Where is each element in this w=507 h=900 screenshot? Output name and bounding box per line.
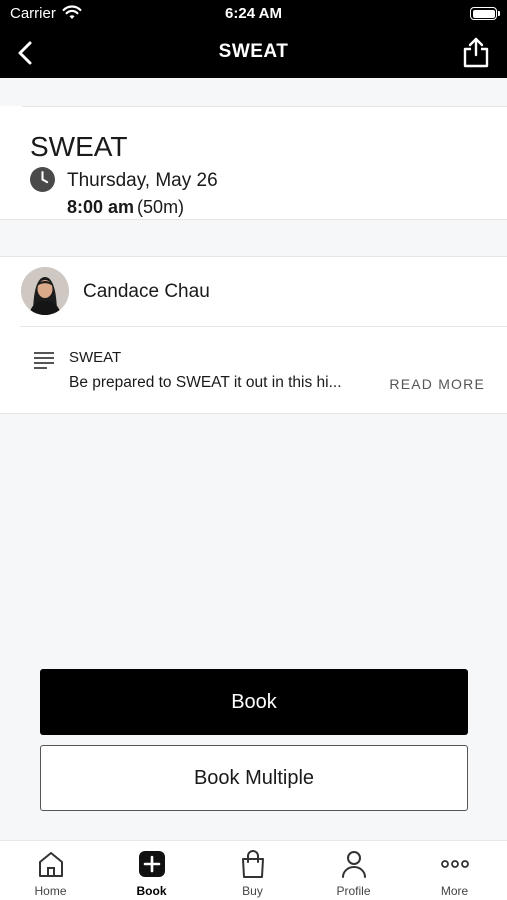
person-icon (341, 851, 366, 878)
instructor-name[interactable]: Candace Chau (83, 281, 210, 303)
description-lines-icon (34, 352, 54, 369)
tab-label: Buy (242, 884, 263, 898)
more-dots-icon (440, 860, 469, 868)
start-time: 8:00 am (67, 197, 135, 217)
battery-icon (470, 7, 500, 20)
read-more-link[interactable]: READ MORE (389, 376, 485, 392)
tab-buy[interactable]: Buy (202, 849, 303, 900)
instructor-avatar[interactable] (21, 267, 69, 315)
divider (20, 326, 507, 327)
description-preview: Be prepared to SWEAT it out in this hi..… (69, 374, 342, 391)
clock-icon (30, 167, 55, 192)
share-icon[interactable] (461, 36, 491, 68)
book-multiple-button[interactable]: Book Multiple (40, 745, 468, 811)
tab-profile[interactable]: Profile (303, 849, 404, 900)
tab-bar: Home Book Buy Profile More (0, 840, 507, 900)
details-card: Candace Chau SWEAT Be prepared to SWEAT … (0, 256, 507, 414)
status-bar: Carrier 6:24 AM (0, 0, 507, 28)
tab-home[interactable]: Home (0, 849, 101, 900)
class-date: Thursday, May 26 (67, 170, 218, 191)
class-time: 8:00 am (50m) (67, 197, 184, 218)
plus-square-icon (138, 851, 165, 877)
home-icon (38, 852, 63, 877)
navigation-bar: SWEAT (0, 28, 507, 78)
page-title: SWEAT (218, 41, 289, 62)
tab-label: Profile (336, 884, 371, 898)
status-time: 6:24 AM (225, 5, 282, 22)
tab-label: Home (34, 884, 67, 898)
tab-label: Book (136, 884, 167, 898)
description-title: SWEAT (69, 349, 122, 366)
tab-more[interactable]: More (404, 849, 505, 900)
tab-book[interactable]: Book (101, 849, 202, 900)
shopping-bag-icon (241, 850, 264, 878)
class-title: SWEAT (30, 131, 128, 162)
class-info-card: SWEAT Thursday, May 26 8:00 am (50m) (0, 106, 507, 220)
duration: (50m) (137, 197, 185, 217)
tab-label: More (440, 884, 469, 898)
book-button[interactable]: Book (40, 669, 468, 735)
